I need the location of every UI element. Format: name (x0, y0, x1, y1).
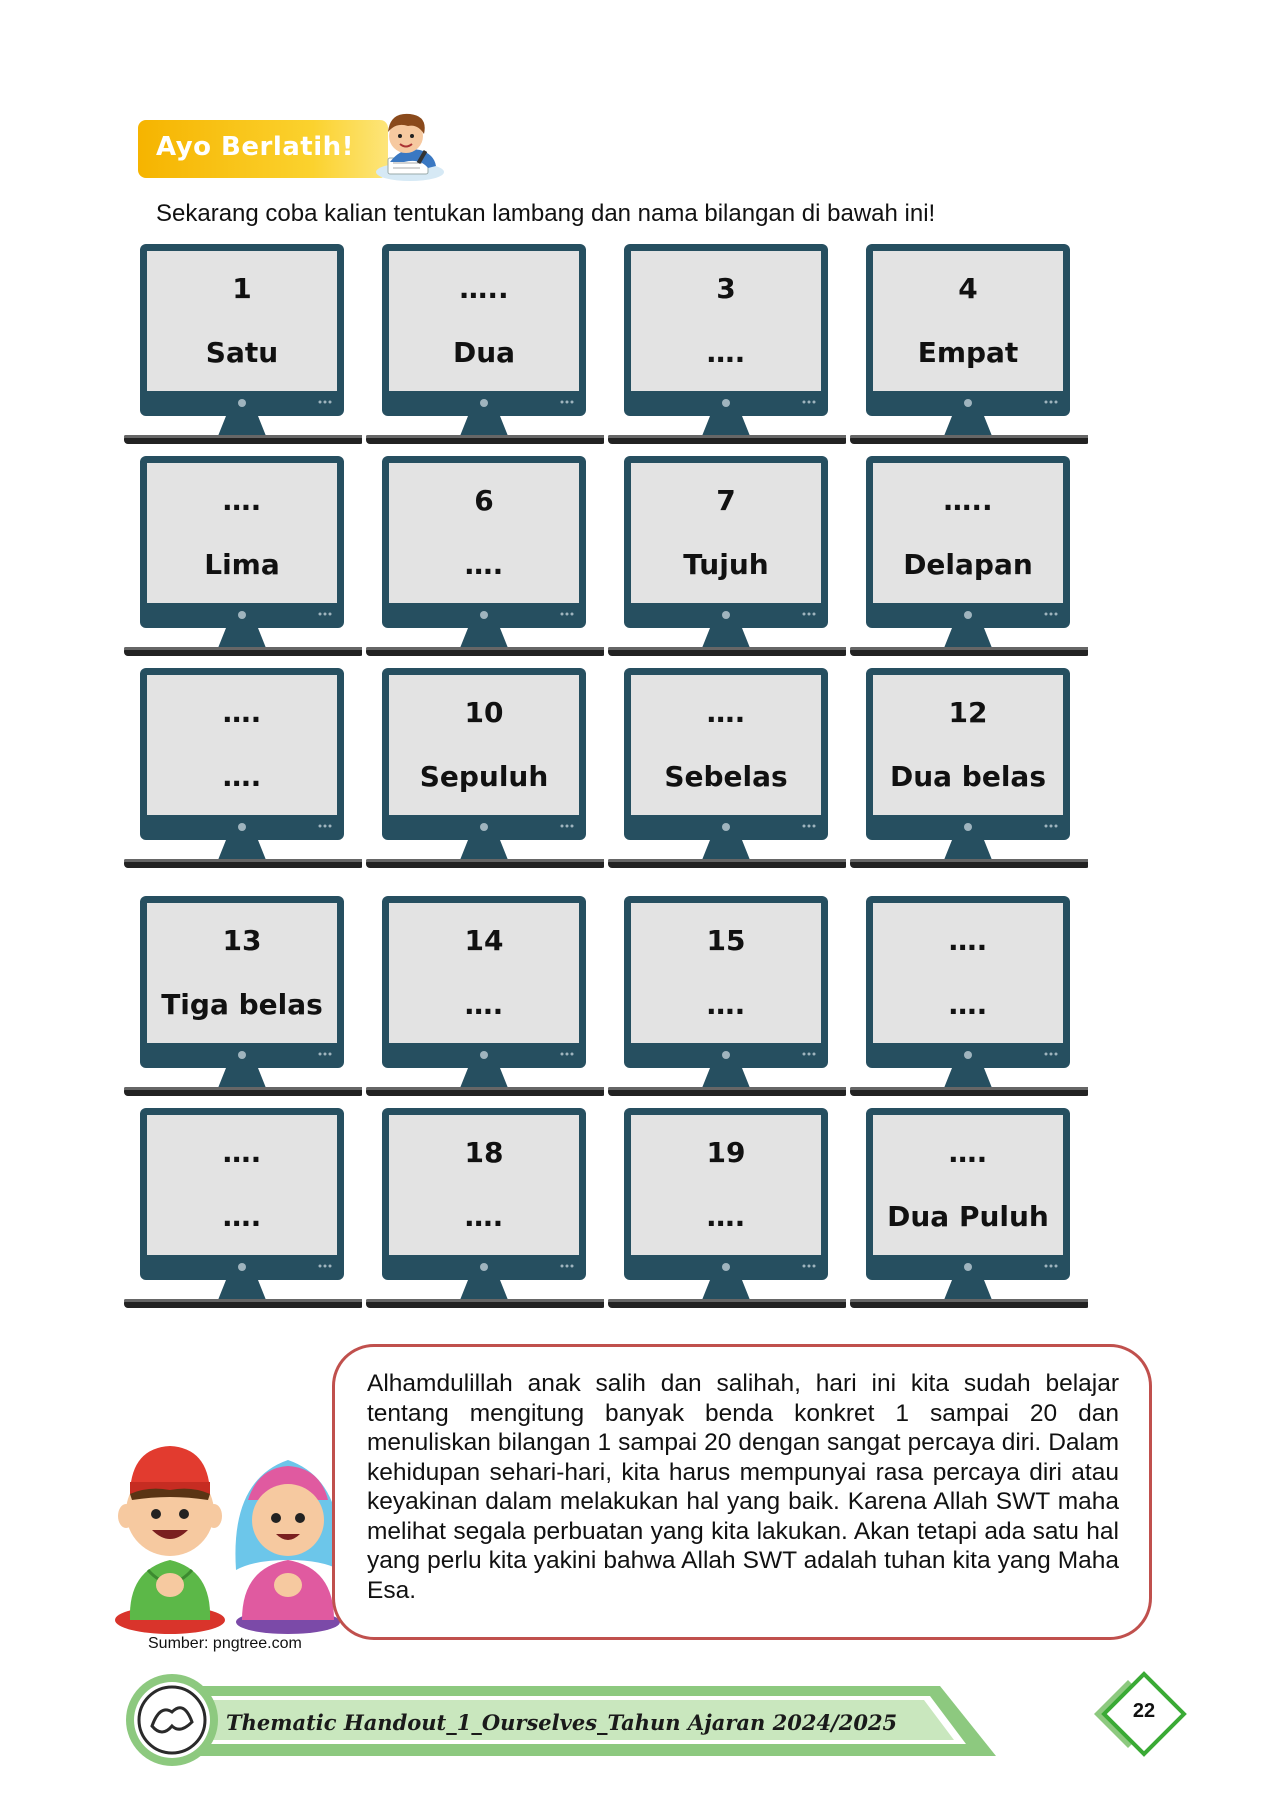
number-symbol: ….. (943, 484, 993, 517)
number-monitor-card: …. …. (122, 1108, 362, 1316)
monitor-screen: …. …. (872, 906, 1064, 1046)
monitor-screen: 18 …. (388, 1118, 580, 1258)
number-monitor-card: …. Lima (122, 456, 362, 664)
monitor-screen: 15 …. (630, 906, 822, 1046)
number-symbol: 12 (948, 696, 988, 729)
monitor-screen: …. …. (146, 1118, 338, 1258)
number-monitor-card: 4 Empat (848, 244, 1088, 452)
number-name: Delapan (903, 548, 1033, 581)
number-name: Tujuh (683, 548, 769, 581)
number-symbol: …. (222, 484, 262, 517)
number-name: Sepuluh (419, 760, 549, 793)
number-symbol: 19 (706, 1136, 746, 1169)
number-monitor-card: 18 …. (364, 1108, 604, 1316)
number-monitor-card: 3 …. (606, 244, 846, 452)
number-monitor-card: 13 Tiga belas (122, 896, 362, 1104)
monitor-screen: 12 Dua belas (872, 678, 1064, 818)
number-symbol: 18 (464, 1136, 504, 1169)
number-symbol: …. (948, 1136, 988, 1169)
number-monitor-card: 15 …. (606, 896, 846, 1104)
monitor-screen: …. …. (146, 678, 338, 818)
number-symbol: 6 (474, 484, 494, 517)
number-monitor-card: ….. Delapan (848, 456, 1088, 664)
number-monitor-card: …. Dua Puluh (848, 1108, 1088, 1316)
number-symbol: 7 (716, 484, 736, 517)
number-symbol: …. (222, 1136, 262, 1169)
number-name: …. (706, 1200, 746, 1233)
number-symbol: 1 (232, 272, 252, 305)
monitor-screen: 3 …. (630, 254, 822, 394)
number-name: …. (464, 548, 504, 581)
monitor-screen: 7 Tujuh (630, 466, 822, 606)
number-name: Dua Puluh (887, 1200, 1049, 1233)
monitor-screen: ….. Delapan (872, 466, 1064, 606)
number-name: Satu (205, 336, 279, 369)
number-name: Empat (917, 336, 1019, 369)
praying-children-illustration (108, 1420, 358, 1636)
number-symbol: …. (706, 696, 746, 729)
number-monitor-card: 10 Sepuluh (364, 668, 604, 876)
number-monitor-card: …. Sebelas (606, 668, 846, 876)
number-name: …. (222, 760, 262, 793)
writing-student-icon (376, 113, 444, 181)
number-monitor-card: 6 …. (364, 456, 604, 664)
number-symbol: 13 (222, 924, 262, 957)
number-name: Dua (452, 336, 516, 369)
number-name: Dua belas (889, 760, 1046, 793)
practice-badge: Ayo Berlatih! (138, 113, 444, 181)
number-monitor-card: 1 Satu (122, 244, 362, 452)
monitor-screen: 1 Satu (146, 254, 338, 394)
monitor-screen: 14 …. (388, 906, 580, 1046)
number-name: …. (706, 336, 746, 369)
badge-label: Ayo Berlatih! (156, 132, 354, 162)
number-name: …. (464, 1200, 504, 1233)
monitor-screen: 19 …. (630, 1118, 822, 1258)
monitor-screen: 6 …. (388, 466, 580, 606)
number-name: …. (706, 988, 746, 1021)
number-name: …. (222, 1200, 262, 1233)
number-monitor-card: 12 Dua belas (848, 668, 1088, 876)
number-monitor-grid: 1 Satu ….. Dua 3 …. 4 Empat …. Lima 6 …. 7 Tujuh ….. De… (122, 244, 1102, 1324)
closing-message-text: Alhamdulillah anak salih dan salihah, ha… (367, 1370, 1119, 1604)
number-monitor-card: …. …. (122, 668, 362, 876)
closing-message-box: Alhamdulillah anak salih dan salihah, ha… (332, 1344, 1152, 1640)
number-symbol: …. (222, 696, 262, 729)
number-name: …. (464, 988, 504, 1021)
monitor-screen: ….. Dua (388, 254, 580, 394)
number-symbol: 14 (464, 924, 504, 957)
number-monitor-card: 19 …. (606, 1108, 846, 1316)
number-symbol: 10 (464, 696, 504, 729)
number-name: Lima (204, 548, 280, 581)
number-symbol: 15 (706, 924, 746, 957)
number-symbol: 4 (958, 272, 978, 305)
number-name: Tiga belas (161, 988, 323, 1021)
number-monitor-card: 7 Tujuh (606, 456, 846, 664)
number-symbol: 3 (716, 272, 736, 305)
monitor-screen: 13 Tiga belas (146, 906, 338, 1046)
number-name: …. (948, 988, 988, 1021)
number-symbol: …. (948, 924, 988, 957)
monitor-screen: 10 Sepuluh (388, 678, 580, 818)
number-monitor-card: ….. Dua (364, 244, 604, 452)
image-source-credit: Sumber: pngtree.com (148, 1635, 302, 1652)
footer-title: Thematic Handout_1_Ourselves_Tahun Ajara… (226, 1710, 898, 1735)
monitor-screen: …. Dua Puluh (872, 1118, 1064, 1258)
monitor-screen: …. Lima (146, 466, 338, 606)
monitor-screen: 4 Empat (872, 254, 1064, 394)
number-monitor-card: 14 …. (364, 896, 604, 1104)
number-name: Sebelas (664, 760, 788, 793)
monitor-screen: …. Sebelas (630, 678, 822, 818)
number-monitor-card: …. …. (848, 896, 1088, 1104)
instruction-text: Sekarang coba kalian tentukan lambang da… (156, 200, 936, 227)
page-footer: Thematic Handout_1_Ourselves_Tahun Ajara… (0, 1660, 1272, 1800)
page-number: 22 (1132, 1700, 1156, 1722)
number-symbol: ….. (459, 272, 509, 305)
